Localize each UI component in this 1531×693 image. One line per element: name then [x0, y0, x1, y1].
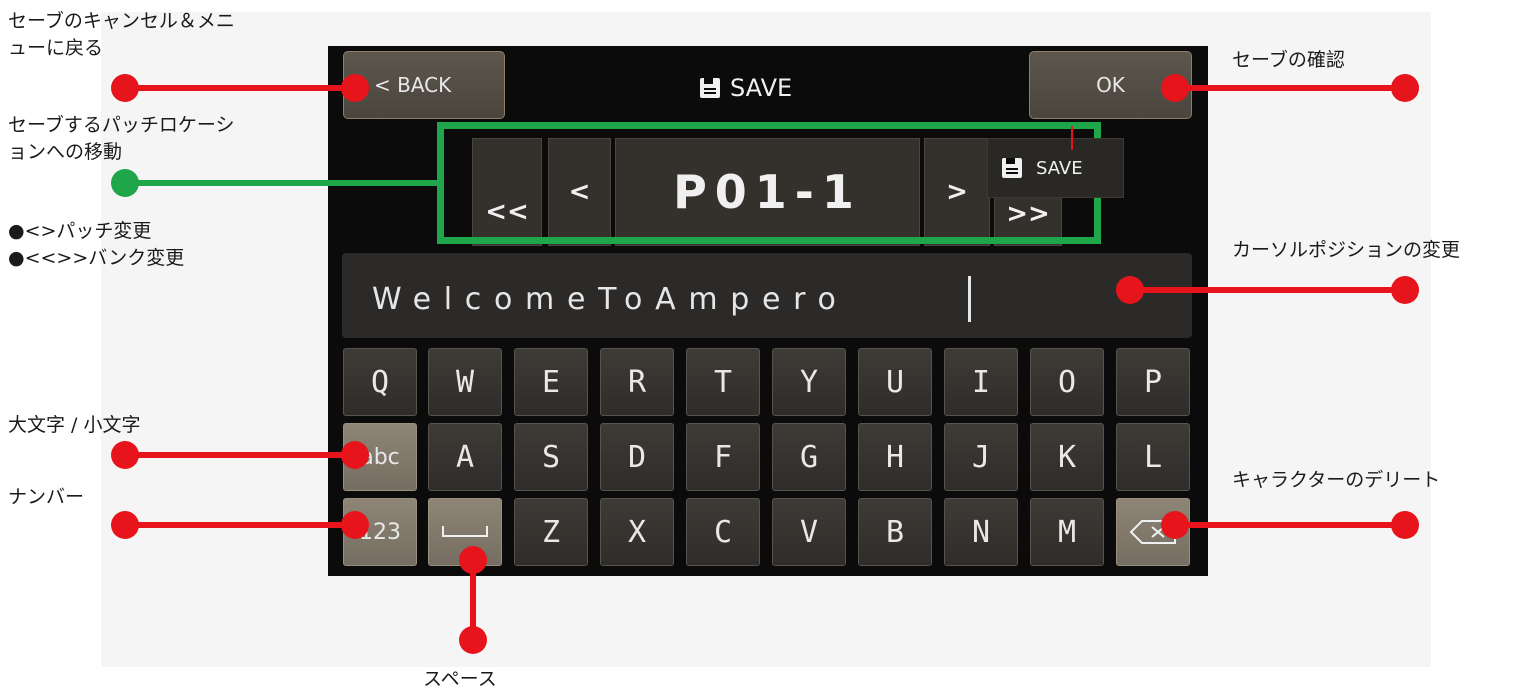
callout-overlay [111, 74, 1419, 654]
annotation-ok: セーブの確認 [1232, 49, 1345, 71]
annotation-cursor: カーソルポジションの変更 [1232, 239, 1461, 261]
annotation-bank-change: ●<<>>バンク変更 [8, 247, 185, 269]
annotation-space: スペース [423, 668, 497, 690]
annotation-case: 大文字 / 小文字 [8, 414, 141, 436]
annotation-move: セーブするパッチロケーシ ョンへの移動 [8, 114, 235, 163]
annotation-delete: キャラクターのデリート [1232, 469, 1441, 491]
annotation-back: セーブのキャンセル＆メニ ューに戻る [8, 10, 235, 59]
annotation-patch-change: ●<>パッチ変更 [8, 220, 152, 242]
annotation-number: ナンバー [8, 486, 85, 508]
